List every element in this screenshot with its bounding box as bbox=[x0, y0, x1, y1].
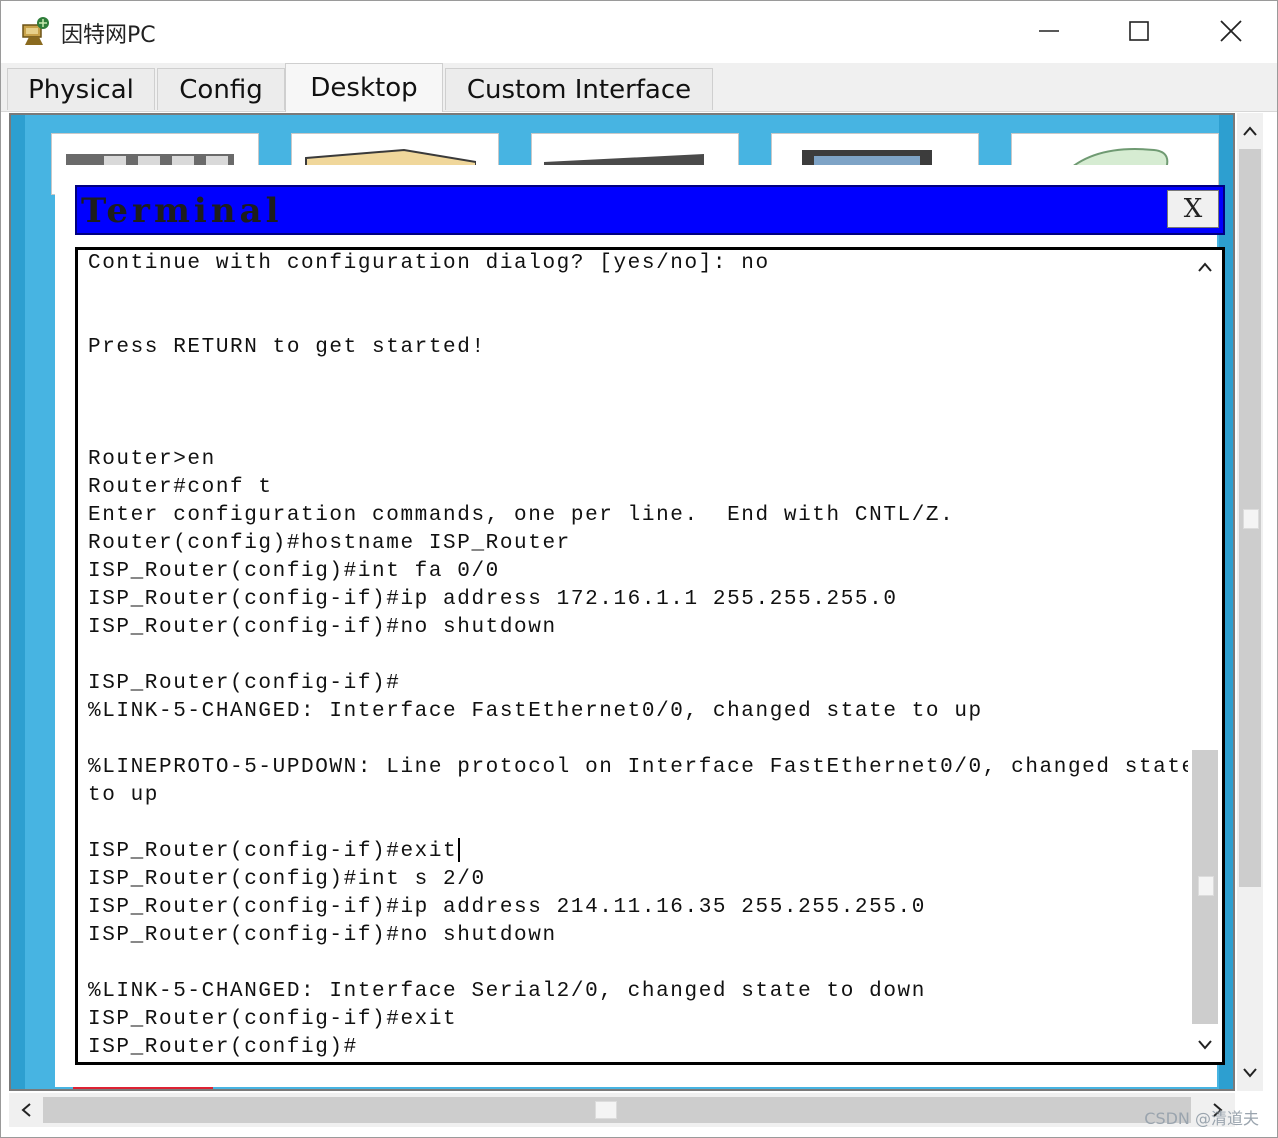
terminal-scroll-down-button[interactable] bbox=[1188, 1030, 1222, 1060]
terminal-line: Router>en bbox=[88, 448, 216, 471]
tab-custom-interface[interactable]: Custom Interface bbox=[445, 68, 713, 110]
close-button[interactable] bbox=[1209, 9, 1253, 53]
watermark: CSDN @清道夫 bbox=[1144, 1109, 1259, 1128]
window-scroll-down-button[interactable] bbox=[1237, 1059, 1263, 1087]
chevron-up-icon bbox=[1198, 262, 1212, 272]
terminal-line: ISP_Router(config)#int fa 0/0 bbox=[88, 560, 500, 583]
chevron-down-icon bbox=[1198, 1040, 1212, 1050]
terminal-line: ISP_Router(config)# bbox=[88, 1036, 358, 1059]
terminal-line: Press RETURN to get started! bbox=[88, 336, 486, 359]
window-scroll-left-button[interactable] bbox=[11, 1093, 41, 1127]
terminal-scrollbar[interactable] bbox=[1188, 250, 1222, 1062]
tab-physical[interactable]: Physical bbox=[7, 68, 155, 110]
terminal-line: Enter configuration commands, one per li… bbox=[88, 504, 955, 527]
chevron-up-icon bbox=[1243, 126, 1257, 136]
terminal-scroll-thumb[interactable] bbox=[1192, 750, 1218, 1024]
terminal-close-button[interactable]: X bbox=[1167, 190, 1219, 228]
terminal-line: ISP_Router(config-if)#no shutdown bbox=[88, 616, 557, 639]
terminal-line: %LINEPROTO-5-UPDOWN: Line protocol on In… bbox=[88, 756, 1196, 779]
app-window: 因特网PC Physical Config Desktop Custom Int… bbox=[0, 0, 1278, 1138]
terminal-title: Terminal bbox=[81, 191, 283, 231]
maximize-icon bbox=[1129, 21, 1149, 41]
desktop-background: Terminal X Continue with configuration d… bbox=[25, 115, 1225, 1089]
terminal-line: %LINK-5-CHANGED: Interface Serial2/0, ch… bbox=[88, 980, 926, 1003]
terminal-line: ISP_Router(config-if)#exit bbox=[88, 838, 1188, 866]
scroll-grip-icon bbox=[1198, 876, 1214, 896]
chevron-left-icon bbox=[21, 1103, 31, 1117]
terminal-line: ISP_Router(config-if)# bbox=[88, 672, 401, 695]
terminal-line: Router#conf t bbox=[88, 476, 273, 499]
terminal-line: Router(config)#hostname ISP_Router bbox=[88, 532, 571, 555]
desktop-area: Terminal X Continue with configuration d… bbox=[9, 113, 1235, 1091]
terminal-title-bar: Terminal X bbox=[75, 185, 1225, 235]
window-horizontal-scrollbar[interactable] bbox=[9, 1093, 1235, 1127]
window-horizontal-scroll-thumb[interactable] bbox=[43, 1097, 1191, 1123]
terminal-line: ISP_Router(config)#int s 2/0 bbox=[88, 868, 486, 891]
terminal-window: Terminal X Continue with configuration d… bbox=[55, 165, 1225, 1087]
window-vertical-scrollbar[interactable] bbox=[1237, 113, 1263, 1091]
terminal-line: ISP_Router(config-if)#exit bbox=[88, 1008, 458, 1031]
terminal-line: %LINK-5-CHANGED: Interface FastEthernet0… bbox=[88, 700, 983, 723]
window-title: 因特网PC bbox=[61, 23, 156, 48]
window-vertical-scroll-thumb[interactable] bbox=[1239, 149, 1261, 887]
terminal-line: to up bbox=[88, 784, 160, 807]
chevron-down-icon bbox=[1243, 1068, 1257, 1078]
terminal-line: ISP_Router(config-if)#ip address 172.16.… bbox=[88, 588, 898, 611]
terminal-output[interactable]: Continue with configuration dialog? [yes… bbox=[75, 247, 1225, 1065]
minimize-icon bbox=[1039, 30, 1059, 32]
tab-desktop[interactable]: Desktop bbox=[285, 63, 443, 112]
terminal-line: ISP_Router(config-if)#ip address 214.11.… bbox=[88, 896, 926, 919]
terminal-text: Continue with configuration dialog? [yes… bbox=[88, 250, 1196, 1062]
title-bar[interactable]: 因特网PC bbox=[1, 1, 1277, 61]
tab-bar: Physical Config Desktop Custom Interface bbox=[1, 63, 1277, 112]
tab-config[interactable]: Config bbox=[157, 68, 285, 110]
scroll-grip-icon bbox=[1243, 509, 1259, 529]
packet-tracer-pc-icon bbox=[19, 15, 51, 47]
window-scroll-up-button[interactable] bbox=[1237, 117, 1263, 145]
terminal-line: Continue with configuration dialog? [yes… bbox=[88, 252, 770, 275]
terminal-scroll-up-button[interactable] bbox=[1188, 252, 1222, 282]
terminal-line: ISP_Router(config-if)#no shutdown bbox=[88, 924, 557, 947]
desktop-icon-fragment bbox=[73, 1087, 213, 1089]
maximize-button[interactable] bbox=[1117, 9, 1161, 53]
close-icon bbox=[1220, 20, 1242, 42]
minimize-button[interactable] bbox=[1027, 9, 1071, 53]
scroll-grip-icon bbox=[595, 1101, 617, 1119]
text-cursor bbox=[458, 838, 461, 863]
